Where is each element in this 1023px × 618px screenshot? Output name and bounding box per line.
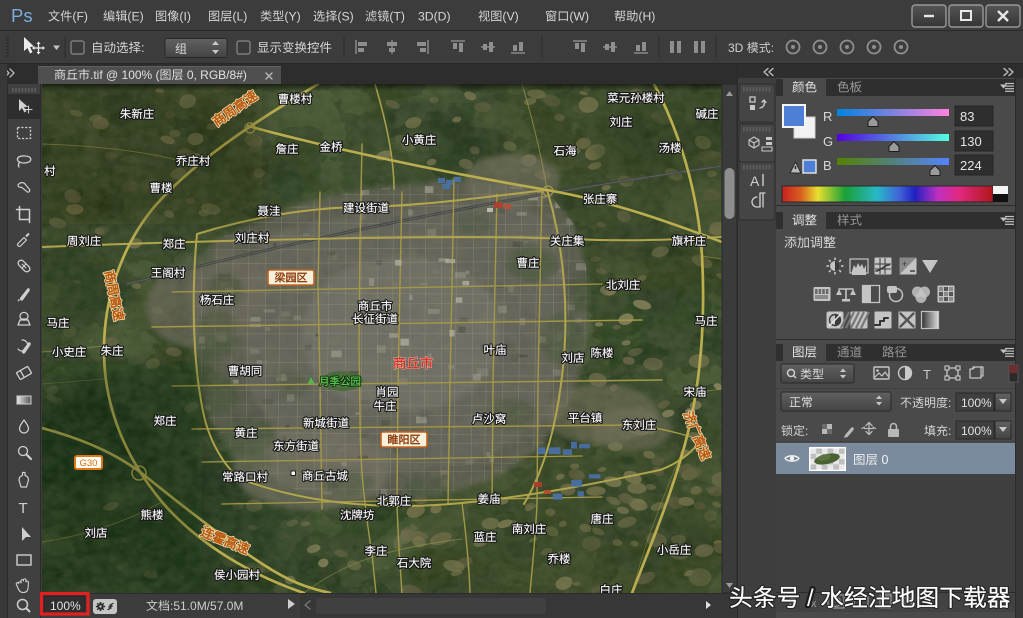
svg-text:Ps: Ps (11, 5, 33, 26)
svg-text::: : (948, 396, 951, 410)
svg-text:(H): (H) (638, 10, 655, 24)
svg-text:(V): (V) (502, 10, 518, 24)
svg-text:(Y): (Y) (284, 10, 300, 24)
svg-text:T: T (19, 500, 28, 517)
svg-text:R: R (823, 109, 832, 124)
svg-text:224: 224 (960, 158, 982, 173)
svg-text:G: G (823, 134, 833, 149)
svg-text:(S): (S) (337, 10, 353, 24)
svg-text:83: 83 (960, 109, 974, 124)
svg-text:(F): (F) (72, 10, 88, 24)
svg-text:(I): (I) (179, 10, 191, 24)
svg-text:3D(D): 3D(D) (418, 10, 451, 24)
svg-text::: : (771, 41, 774, 55)
svg-text::51.0M/57.0M: :51.0M/57.0M (170, 599, 243, 613)
svg-text:100%: 100% (961, 424, 992, 438)
svg-text:3D: 3D (728, 41, 747, 55)
svg-text:100%: 100% (50, 599, 81, 613)
svg-text:A: A (750, 173, 760, 189)
svg-text:+: + (902, 259, 907, 269)
svg-text::: : (948, 424, 951, 438)
svg-text:(L): (L) (232, 10, 247, 24)
svg-text:B: B (823, 158, 832, 173)
svg-text:0: 0 (878, 453, 888, 467)
svg-text:100%: 100% (961, 396, 992, 410)
svg-text:(T): (T) (389, 10, 405, 24)
svg-text:/: / (800, 585, 820, 612)
svg-text:(W): (W) (569, 10, 589, 24)
svg-text:.tif @ 100% (: .tif @ 100% ( (90, 68, 160, 82)
svg-text::: : (141, 41, 144, 55)
svg-text::: : (805, 424, 808, 438)
svg-text:T: T (923, 367, 931, 382)
svg-text:(E): (E) (127, 10, 143, 24)
svg-text:130: 130 (960, 134, 982, 149)
svg-text:0, RGB/8#): 0, RGB/8#) (184, 68, 247, 82)
svg-text:G30: G30 (80, 458, 98, 469)
